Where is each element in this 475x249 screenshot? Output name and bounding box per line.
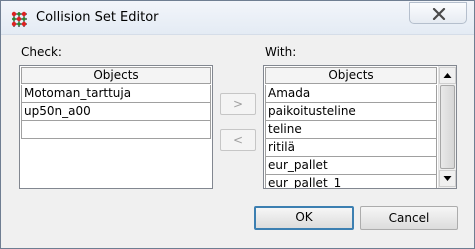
remove-from-with-button[interactable]: < — [220, 129, 256, 151]
list-item[interactable]: Amada — [265, 85, 437, 103]
scroll-down-button[interactable] — [439, 170, 456, 187]
check-objects-header[interactable]: Objects — [21, 67, 211, 84]
with-label: With: — [265, 45, 297, 59]
with-objects-header[interactable]: Objects — [265, 67, 437, 84]
check-listbox[interactable]: Objects Motoman_tarttuja up50n_a00 — [19, 65, 213, 189]
collision-app-icon — [11, 11, 27, 27]
scroll-down-arrow-icon — [443, 176, 452, 181]
list-item[interactable]: ritilä — [265, 139, 437, 157]
list-item[interactable]: eur_pallet_1 — [265, 175, 437, 188]
list-item[interactable]: eur_pallet — [265, 157, 437, 175]
check-label: Check: — [21, 45, 62, 59]
ok-button[interactable]: OK — [254, 206, 354, 230]
scroll-up-button[interactable] — [439, 67, 456, 84]
close-icon — [432, 8, 446, 20]
list-item[interactable]: teline — [265, 121, 437, 139]
cancel-button[interactable]: Cancel — [360, 206, 458, 230]
title-bar: Collision Set Editor — [1, 1, 474, 35]
with-vertical-scrollbar[interactable] — [438, 66, 456, 188]
scroll-thumb[interactable] — [440, 85, 455, 169]
empty-row — [21, 121, 211, 139]
window-title: Collision Set Editor — [36, 10, 159, 25]
list-item[interactable]: Motoman_tarttuja — [21, 85, 211, 103]
list-item[interactable]: paikoitusteline — [265, 103, 437, 121]
list-item[interactable]: up50n_a00 — [21, 103, 211, 121]
with-listbox[interactable]: Objects Amada paikoitusteline teline rit… — [263, 65, 457, 189]
close-button[interactable] — [409, 2, 467, 24]
collision-set-editor-dialog: Collision Set Editor Check: Objects Moto… — [0, 0, 475, 249]
scroll-up-arrow-icon — [443, 73, 452, 78]
add-to-with-button[interactable]: > — [220, 93, 256, 115]
